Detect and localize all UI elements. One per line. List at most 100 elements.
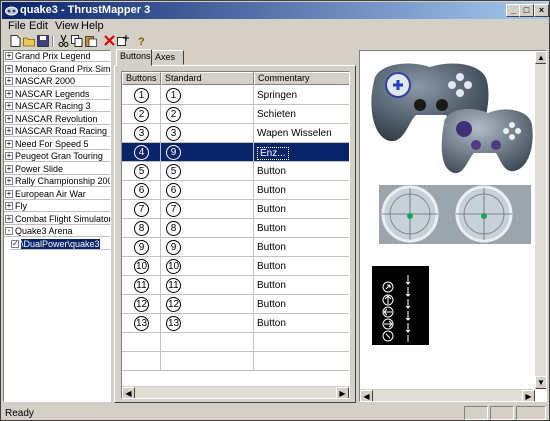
menu-file[interactable]: File (8, 20, 26, 32)
expand-icon[interactable]: + (5, 202, 13, 210)
table-row[interactable]: 12 12 Button (122, 295, 349, 314)
standard-cell[interactable]: 3 (161, 124, 254, 143)
expand-icon[interactable]: + (5, 52, 13, 60)
commentary-cell[interactable]: Wapen Wisselen (254, 124, 349, 143)
cut-icon[interactable] (57, 34, 69, 47)
commentary-cell[interactable]: Button (254, 181, 349, 200)
table-row[interactable]: 10 10 Button (122, 257, 349, 276)
add-icon[interactable] (117, 35, 129, 47)
table-row[interactable]: 11 11 Button (122, 276, 349, 295)
table-row[interactable]: 2 2 Schieten (122, 105, 349, 124)
scroll-down-button[interactable]: ▼ (535, 376, 546, 389)
standard-cell[interactable]: 2 (161, 105, 254, 124)
save-icon[interactable] (37, 35, 49, 47)
game-item[interactable]: + Fly (4, 201, 110, 212)
game-item[interactable]: + European Air War (4, 189, 110, 200)
standard-cell[interactable]: 8 (161, 219, 254, 238)
column-header-commentary[interactable]: Commentary (254, 72, 349, 85)
table-row[interactable]: 5 5 Button (122, 162, 349, 181)
button-grid[interactable]: Buttons Standard Commentary ◀ ▶ 1 1 Spring… (121, 71, 350, 399)
game-item[interactable]: + Power Slide (4, 164, 110, 175)
tab-axes[interactable]: Axes (151, 50, 184, 65)
column-header-standard[interactable]: Standard (161, 72, 254, 85)
game-tree[interactable]: + Grand Prix Legend + Monaco Grand Prix Sim… (3, 50, 111, 402)
copy-icon[interactable] (71, 35, 83, 47)
commentary-cell[interactable]: Button (254, 257, 349, 276)
vertical-scrollbar[interactable]: ▲ ▼ (535, 51, 546, 389)
game-item[interactable]: + Peugeot Gran Touring (4, 151, 110, 162)
game-item[interactable]: + Need For Speed 5 (4, 139, 110, 150)
close-button[interactable]: × (534, 4, 549, 17)
table-row[interactable]: 6 6 Button (122, 181, 349, 200)
standard-cell[interactable]: 9 (161, 143, 254, 162)
menu-view[interactable]: View (55, 20, 79, 32)
table-row[interactable]: 7 7 Button (122, 200, 349, 219)
expand-icon[interactable]: + (5, 189, 13, 198)
commentary-cell[interactable]: Button (254, 238, 349, 257)
game-item[interactable]: + Grand Prix Legend (4, 51, 110, 62)
expand-icon[interactable]: + (5, 127, 13, 135)
game-item[interactable]: + NASCAR Racing 3 (4, 101, 110, 112)
expand-icon[interactable]: + (5, 77, 13, 85)
expand-icon[interactable]: + (5, 164, 13, 173)
table-row[interactable]: 4 9 Enz... (122, 143, 349, 162)
preview-scroll-left-button[interactable]: ◀ (360, 390, 373, 401)
game-item[interactable]: ✓ \DualPower\quake3 (10, 238, 110, 250)
expand-icon[interactable]: + (5, 114, 13, 123)
standard-cell[interactable]: 6 (161, 181, 254, 200)
tab-buttons[interactable]: Buttons (116, 49, 152, 66)
commentary-cell[interactable]: Schieten (254, 105, 349, 124)
commentary-cell[interactable]: Button (254, 219, 349, 238)
game-item[interactable]: + Rally Championship 2000 (4, 176, 110, 187)
commentary-cell[interactable]: Button (254, 200, 349, 219)
game-item[interactable]: + NASCAR Revolution (4, 114, 110, 125)
help-icon[interactable]: ? (135, 35, 147, 48)
commentary-cell[interactable]: Springen (254, 86, 349, 105)
game-item[interactable]: + Monaco Grand Prix Sim… (4, 64, 110, 75)
commentary-cell[interactable]: Button (254, 314, 349, 333)
commentary-cell[interactable]: Button (254, 295, 349, 314)
commentary-cell[interactable]: Button (254, 162, 349, 181)
expand-icon[interactable]: + (5, 177, 13, 185)
menu-help[interactable]: Help (81, 20, 104, 32)
size-grip[interactable] (516, 406, 546, 420)
preview-scroll-right-button[interactable]: ▶ (522, 390, 535, 401)
game-item[interactable]: + NASCAR Road Racing (4, 126, 110, 137)
game-item[interactable]: + NASCAR 2000 (4, 76, 110, 87)
game-item[interactable]: + NASCAR Legends (4, 89, 110, 100)
expand-icon[interactable]: + (5, 152, 13, 160)
title-bar[interactable]: quake3 - ThrustMapper 3 _ □ × (2, 2, 549, 19)
table-row[interactable]: 3 3 Wapen Wisselen (122, 124, 349, 143)
open-icon[interactable] (23, 35, 35, 47)
standard-cell[interactable]: 9 (161, 238, 254, 257)
expand-icon[interactable]: + (5, 64, 13, 73)
table-row[interactable]: 1 1 Springen (122, 86, 349, 105)
table-row[interactable]: 13 13 Button (122, 314, 349, 333)
scroll-left-button[interactable]: ◀ (122, 387, 135, 398)
preview-horizontal-scrollbar[interactable]: ◀ ▶ (360, 389, 535, 401)
scroll-up-button[interactable]: ▲ (535, 51, 546, 64)
standard-cell[interactable]: 7 (161, 200, 254, 219)
checkbox-icon[interactable]: ✓ (11, 239, 19, 248)
table-row[interactable]: 8 8 Button (122, 219, 349, 238)
commentary-cell[interactable]: Button (254, 276, 349, 295)
expand-icon[interactable]: + (5, 102, 13, 110)
standard-cell[interactable]: 10 (161, 257, 254, 276)
maximize-button[interactable]: □ (519, 4, 534, 17)
expand-icon[interactable]: - (5, 227, 13, 235)
column-header-buttons[interactable]: Buttons (122, 72, 161, 85)
game-item[interactable]: - Quake3 Arena (4, 226, 110, 237)
standard-cell[interactable]: 13 (161, 314, 254, 333)
menu-edit[interactable]: Edit (29, 20, 48, 32)
horizontal-scrollbar[interactable]: ◀ ▶ (122, 386, 349, 398)
delete-icon[interactable] (103, 35, 115, 47)
commentary-cell[interactable]: Enz... (254, 143, 349, 162)
expand-icon[interactable]: + (5, 139, 13, 148)
standard-cell[interactable]: 12 (161, 295, 254, 314)
standard-cell[interactable]: 5 (161, 162, 254, 181)
table-row[interactable]: 9 9 Button (122, 238, 349, 257)
standard-cell[interactable]: 1 (161, 86, 254, 105)
new-icon[interactable] (9, 35, 21, 47)
expand-icon[interactable]: + (5, 214, 13, 223)
game-item[interactable]: + Combat Flight Simulator (4, 214, 110, 225)
